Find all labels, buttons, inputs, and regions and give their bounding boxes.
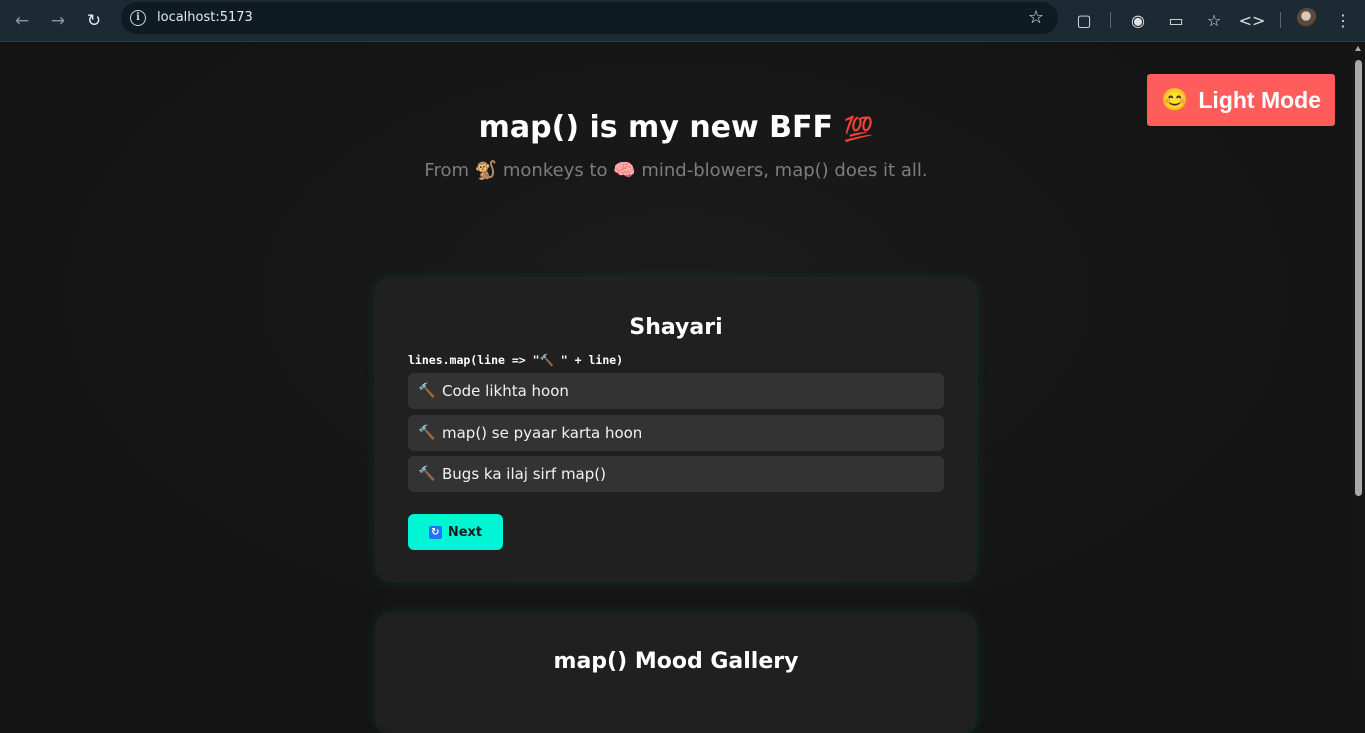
hammer-icon: 🔨 [418, 383, 436, 399]
page-title-text: map() is my new BFF [478, 110, 834, 145]
device-toolbar-icon[interactable]: ▭ [1164, 8, 1188, 32]
devtools-code-icon[interactable]: <> [1239, 8, 1266, 32]
next-label: Next [447, 524, 483, 540]
shayari-line: 🔨 map() se pyaar karta hoon [408, 415, 944, 451]
shayari-line: 🔨 Bugs ka ilaj sirf map() [408, 456, 944, 492]
shayari-line-text: Code likhta hoon [442, 382, 569, 400]
page-subtitle: From 🐒 monkeys to 🧠 mind-blowers, map() … [424, 160, 928, 181]
shayari-line-text: map() se pyaar karta hoon [442, 424, 643, 442]
page-scrollbar[interactable] [1352, 42, 1365, 675]
shayari-line-text: Bugs ka ilaj sirf map() [442, 465, 606, 483]
toolbar-divider [1280, 12, 1281, 28]
back-icon[interactable]: ← [8, 7, 36, 35]
hammer-icon: 🔨 [418, 425, 436, 441]
browser-toolbar: ← → ↻ i localhost:5173 ☆ ▢ ◉ ▭ ☆ <> ⋮ [0, 0, 1365, 42]
toolbar-divider [1110, 12, 1111, 28]
address-bar[interactable]: i localhost:5173 ☆ [121, 2, 1058, 34]
shayari-card: Shayari lines.map(line => "🔨 " + line) 🔨… [376, 279, 976, 581]
scroll-up-arrow-icon[interactable] [1355, 46, 1361, 51]
page-title: map() is my new BFF 💯 [0, 110, 1352, 145]
next-button[interactable]: ↻ Next [408, 514, 503, 550]
bookmarks-icon[interactable]: ☆ [1202, 8, 1226, 32]
mood-gallery-card: map() Mood Gallery [376, 613, 976, 733]
extensions-icon[interactable]: ▢ [1072, 8, 1096, 32]
repeat-icon: ↻ [428, 525, 442, 539]
menu-kebab-icon[interactable]: ⋮ [1331, 8, 1355, 32]
hammer-icon: 🔨 [418, 466, 436, 482]
hundred-emoji-icon: 💯 [843, 115, 874, 143]
scroll-thumb[interactable] [1355, 60, 1362, 496]
bookmark-star-icon[interactable]: ☆ [1028, 7, 1044, 28]
profile-avatar[interactable] [1297, 8, 1317, 28]
code-snippet: lines.map(line => "🔨 " + line) [408, 353, 624, 367]
url-text[interactable]: localhost:5173 [157, 10, 253, 25]
reload-icon[interactable]: ↻ [80, 7, 108, 35]
google-lens-icon[interactable]: ◉ [1126, 8, 1150, 32]
shayari-title: Shayari [629, 315, 723, 340]
forward-icon[interactable]: → [44, 7, 72, 35]
site-info-icon[interactable]: i [130, 10, 146, 26]
mood-gallery-title: map() Mood Gallery [553, 649, 799, 674]
page-viewport: 😊 Light Mode map() is my new BFF 💯 From … [0, 42, 1352, 733]
shayari-line: 🔨 Code likhta hoon [408, 373, 944, 409]
